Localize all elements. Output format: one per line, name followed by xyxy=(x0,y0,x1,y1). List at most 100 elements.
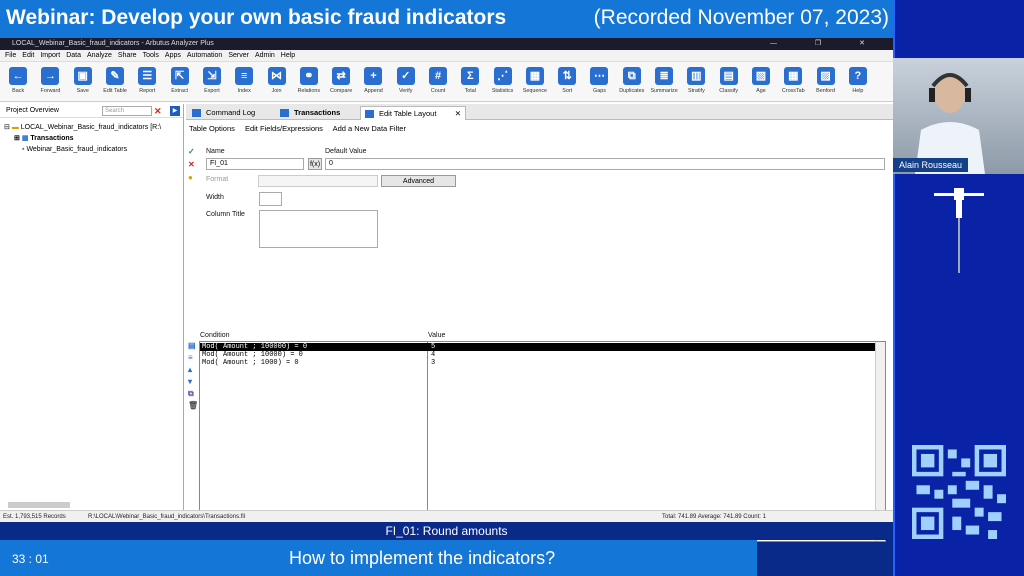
advanced-button[interactable]: Advanced xyxy=(381,175,456,187)
toolbar-button-age[interactable]: ▧ Age xyxy=(745,62,777,101)
toolbar-button-help[interactable]: ? Help xyxy=(842,62,874,101)
tab-command-log[interactable]: Command Log xyxy=(188,106,274,120)
menu-item[interactable]: Analyze xyxy=(87,52,112,59)
toolbar-label: Verify xyxy=(398,88,413,94)
list-icon[interactable]: ≡ xyxy=(188,353,193,362)
window-controls[interactable]: — ❐ ✕ xyxy=(770,38,883,50)
menu-item[interactable]: Automation xyxy=(187,52,222,59)
sort-icon: ⇅ xyxy=(558,67,577,85)
toolbar-button-classify[interactable]: ▤ Classify xyxy=(713,62,745,101)
format-label: Format xyxy=(206,176,229,183)
tree-item-transactions[interactable]: ⊞ ▦ Transactions xyxy=(4,133,183,144)
toolbar-button-summarize[interactable]: ≣ Summarize xyxy=(648,62,680,101)
cancel-x-icon[interactable]: ✕ xyxy=(188,160,195,169)
toolbar-button-forward[interactable]: → Forward xyxy=(34,62,66,101)
back-arrow-icon: ← xyxy=(9,67,28,85)
clear-search-icon[interactable]: ✕ xyxy=(154,106,162,116)
join-icon: ⋈ xyxy=(267,67,286,85)
toolbar-button-compare[interactable]: ⇄ Compare xyxy=(325,62,357,101)
tree-item-project[interactable]: ⊟ ▬ LOCAL_Webinar_Basic_fraud_indicators… xyxy=(4,122,183,133)
compare-icon: ⇄ xyxy=(332,67,351,85)
search-go-icon[interactable]: ▶ xyxy=(170,106,180,116)
toolbar-button-gaps[interactable]: ⋯ Gaps xyxy=(583,62,615,101)
sidebar-scrollbar[interactable] xyxy=(8,502,70,508)
total-icon: Σ xyxy=(461,67,480,85)
status-bar: Est. 1,793,515 Records R:\LOCAL\Webinar_… xyxy=(0,510,893,522)
move-up-icon[interactable]: ▴ xyxy=(188,365,192,374)
menu-item[interactable]: File xyxy=(5,52,16,59)
count-icon: # xyxy=(429,67,447,85)
toolbar-button-sequence[interactable]: ▦ Sequence xyxy=(519,62,551,101)
edit-table-layout-editor: Table Options Edit Fields/Expressions Ad… xyxy=(186,121,893,542)
tree-item-script[interactable]: ▪ Webinar_Basic_fraud_indicators xyxy=(4,144,183,155)
toolbar-label: Compare xyxy=(330,88,353,94)
project-overview-panel: Project Overview Search ✕ ▶ ⊟ ▬ LOCAL_We… xyxy=(0,104,184,514)
insert-condition-icon[interactable]: ▤ xyxy=(188,341,196,350)
sequence-icon: ▦ xyxy=(525,67,544,85)
menu-item[interactable]: Help xyxy=(281,52,295,59)
name-field[interactable]: FI_01 xyxy=(206,158,304,170)
table-row[interactable]: Mod( Amount ; 1000) = 03 xyxy=(200,359,875,367)
menu-item[interactable]: Admin xyxy=(255,52,275,59)
subtab-data-filter[interactable]: Add a New Data Filter xyxy=(333,124,406,133)
toolbar-label: Relations xyxy=(297,88,321,94)
toolbar-button-export[interactable]: ⇲ Export xyxy=(196,62,228,101)
toolbar-button-crosstab[interactable]: ▦ CrossTab xyxy=(777,62,809,101)
toolbar-button-stratify[interactable]: ▥ Stratify xyxy=(680,62,712,101)
export-icon: ⇲ xyxy=(202,67,221,85)
project-search-input[interactable]: Search xyxy=(102,106,152,116)
window-titlebar: LOCAL_Webinar_Basic_fraud_indicators - A… xyxy=(0,38,893,50)
toolbar-button-index[interactable]: ≡ Index xyxy=(228,62,260,101)
brand-logo-icon xyxy=(934,188,984,273)
move-down-icon[interactable]: ▾ xyxy=(188,377,192,386)
condition-header: Condition xyxy=(200,332,230,339)
toolbar-button-total[interactable]: Σ Total xyxy=(454,62,486,101)
table-row[interactable]: Mod( Amount ; 10000) = 04 xyxy=(200,351,875,359)
toolbar-button-back[interactable]: ← Back xyxy=(2,62,34,101)
width-field[interactable] xyxy=(259,192,282,206)
toolbar-label: Gaps xyxy=(593,88,606,94)
close-tab-icon[interactable]: ✕ xyxy=(455,107,461,121)
menu-item[interactable]: Import xyxy=(40,52,60,59)
tab-transactions[interactable]: Transactions xyxy=(276,106,358,120)
menu-item[interactable]: Server xyxy=(228,52,249,59)
toolbar-button-duplicates[interactable]: ⧉ Duplicates xyxy=(616,62,648,101)
toolbar-button-edit-table[interactable]: ✎ Edit Table xyxy=(99,62,131,101)
format-select[interactable] xyxy=(258,175,378,187)
default-value-field[interactable]: 0 xyxy=(325,158,885,170)
toolbar-button-report[interactable]: ☰ Report xyxy=(131,62,163,101)
toolbar-button-extract[interactable]: ⇱ Extract xyxy=(163,62,195,101)
subtab-edit-fields[interactable]: Edit Fields/Expressions xyxy=(245,124,323,133)
menu-item[interactable]: Share xyxy=(118,52,137,59)
delete-condition-icon[interactable]: 🗑 xyxy=(188,401,198,410)
accept-check-icon[interactable]: ✓ xyxy=(188,147,195,156)
menu-item[interactable]: Edit xyxy=(22,52,34,59)
toolbar-button-relations[interactable]: ⚭ Relations xyxy=(293,62,325,101)
toolbar-button-count[interactable]: # Count xyxy=(422,62,454,101)
toolbar-button-join[interactable]: ⋈ Join xyxy=(260,62,292,101)
tab-edit-table-layout[interactable]: Edit Table Layout ✕ xyxy=(360,106,466,120)
classify-icon: ▤ xyxy=(719,67,738,85)
column-title-field[interactable] xyxy=(259,210,378,248)
toolbar-button-save[interactable]: ▣ Save xyxy=(67,62,99,101)
presenter-name: Alain Rousseau xyxy=(893,158,969,172)
toolbar-label: Stratify xyxy=(687,88,705,94)
note-icon[interactable]: ● xyxy=(188,173,193,182)
toolbar-label: Help xyxy=(852,88,864,94)
project-tree: ⊟ ▬ LOCAL_Webinar_Basic_fraud_indicators… xyxy=(0,118,183,155)
table-row[interactable]: Mod( Amount ; 100000) = 05 xyxy=(200,343,875,351)
subtab-table-options[interactable]: Table Options xyxy=(189,124,235,133)
column-title-label: Column Title xyxy=(206,211,245,218)
toolbar-button-append[interactable]: + Append xyxy=(357,62,389,101)
index-icon: ≡ xyxy=(235,67,254,85)
copy-condition-icon[interactable]: ⧉ xyxy=(188,389,194,399)
toolbar-button-statistics[interactable]: ⋰ Statistics xyxy=(486,62,518,101)
toolbar-button-benford[interactable]: ▨ Benford xyxy=(809,62,841,101)
menu-item[interactable]: Data xyxy=(66,52,81,59)
menu-item[interactable]: Apps xyxy=(165,52,181,59)
menu-item[interactable]: Tools xyxy=(143,52,159,59)
toolbar-button-verify[interactable]: ✓ Verify xyxy=(390,62,422,101)
toolbar-button-sort[interactable]: ⇅ Sort xyxy=(551,62,583,101)
expression-builder-button[interactable]: f(x) xyxy=(308,158,322,170)
toolbar-label: Duplicates xyxy=(619,88,645,94)
